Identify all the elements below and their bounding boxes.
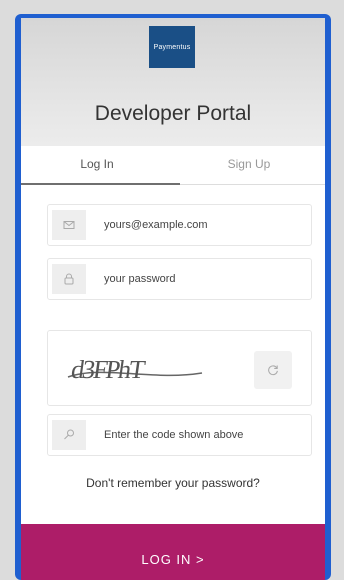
key-icon <box>52 420 86 450</box>
active-tab-indicator <box>21 183 180 185</box>
envelope-icon <box>52 210 86 240</box>
captcha-image: d3FPhT <box>67 355 203 384</box>
login-card: Paymentus Developer Portal Log In Sign U… <box>21 18 325 580</box>
logo: Paymentus <box>149 26 195 68</box>
tab-sign-up[interactable]: Sign Up <box>173 146 325 184</box>
email-input[interactable] <box>102 218 306 232</box>
logo-text: Paymentus <box>153 43 191 51</box>
tab-log-in[interactable]: Log In <box>21 146 173 184</box>
email-field[interactable] <box>47 204 312 246</box>
refresh-captcha-button[interactable] <box>254 351 292 389</box>
password-field[interactable] <box>47 258 312 300</box>
forgot-password-link[interactable]: Don't remember your password? <box>21 476 325 490</box>
header: Paymentus Developer Portal <box>21 18 325 146</box>
captcha-text: d3FPhT <box>69 355 147 384</box>
password-input[interactable] <box>102 272 306 286</box>
captcha-code-field[interactable] <box>47 414 312 456</box>
log-in-button[interactable]: LOG IN > <box>21 524 325 580</box>
lock-icon <box>52 264 86 294</box>
page-title: Developer Portal <box>94 102 252 125</box>
captcha-code-input[interactable] <box>102 428 306 442</box>
tab-bar: Log In Sign Up <box>21 146 325 185</box>
refresh-icon <box>268 365 278 376</box>
captcha-box: d3FPhT <box>47 330 312 406</box>
